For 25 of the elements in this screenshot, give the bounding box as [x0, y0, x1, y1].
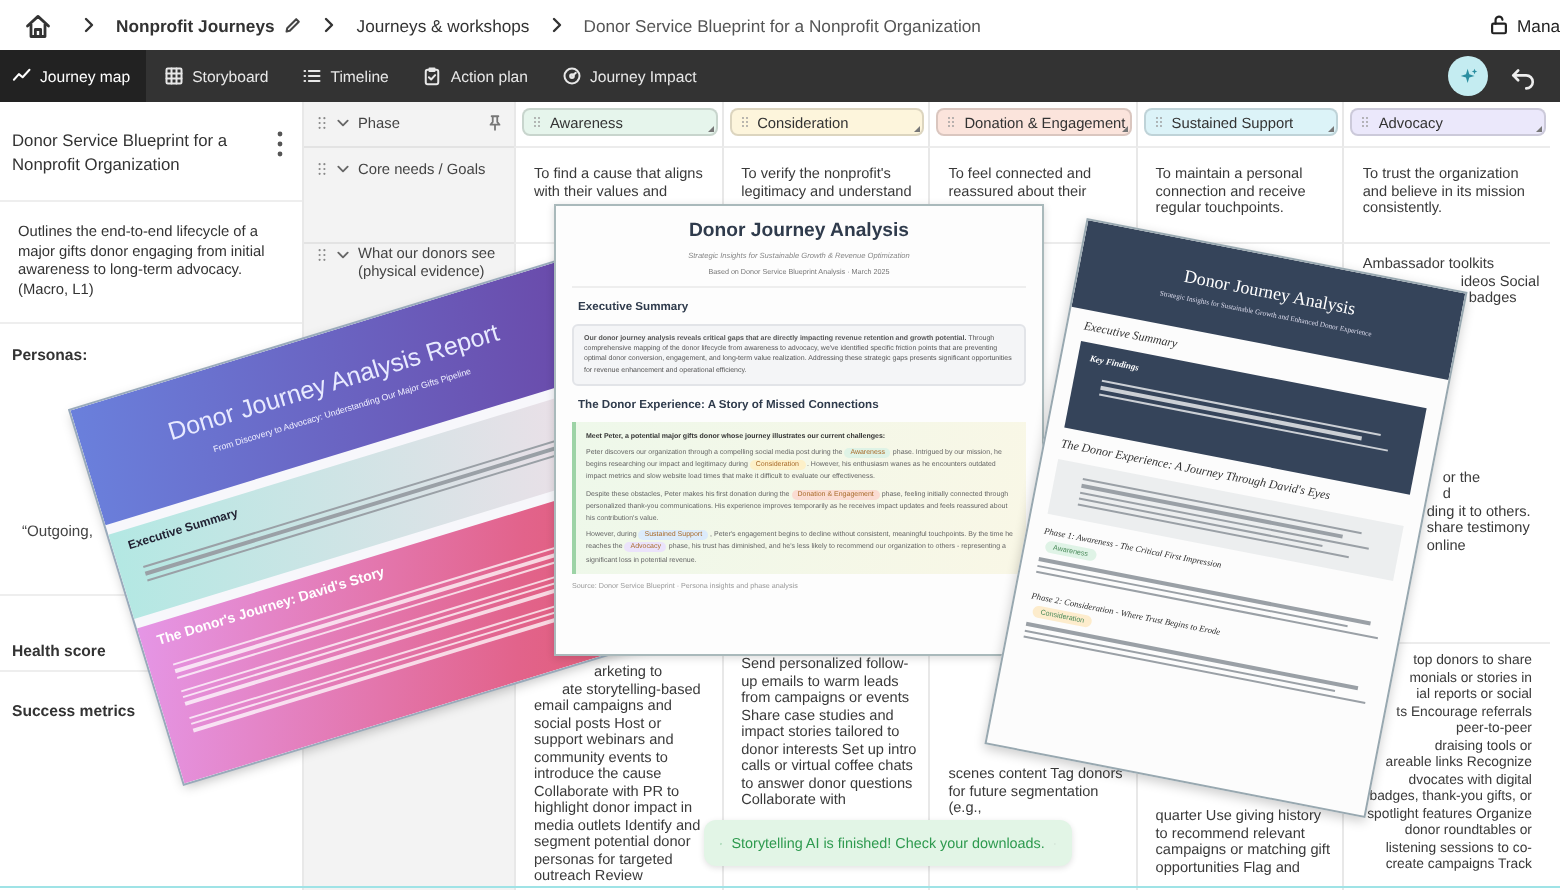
clipboard-icon: [422, 66, 443, 86]
grid-icon: [164, 66, 185, 86]
chevron-down-icon[interactable]: [336, 248, 350, 262]
breadcrumb-link[interactable]: Donor Service Blueprint for a Nonprofit Organization: [583, 15, 981, 35]
pin-icon[interactable]: [486, 114, 504, 132]
trend-line-icon: [12, 66, 32, 86]
more-options-icon[interactable]: [274, 130, 286, 158]
breadcrumb-link[interactable]: Nonprofit Journeys: [116, 15, 275, 35]
report-title: Donor Journey Analysis: [687, 220, 911, 242]
chevron-icon: [547, 16, 566, 34]
sparkle-icon: [1457, 65, 1479, 87]
list-icon: [302, 66, 323, 86]
lock-icon[interactable]: [1487, 14, 1509, 36]
chevron-icon: [80, 16, 98, 34]
chevron-down-icon[interactable]: [336, 116, 350, 130]
ai-assistant-button[interactable]: [1448, 56, 1488, 96]
chevron-icon: [320, 16, 339, 34]
undo-icon[interactable]: [1510, 63, 1536, 89]
gauge-icon: [561, 66, 582, 86]
journey-title: Donor Service Blueprint for a Nonprofit Organization: [12, 128, 230, 176]
breadcrumb-link[interactable]: Journeys & workshops: [356, 15, 530, 35]
pencil-icon[interactable]: [284, 16, 303, 34]
account-menu[interactable]: Mana: [1517, 15, 1560, 35]
home-icon[interactable]: [24, 11, 52, 39]
chevron-down-icon[interactable]: [336, 162, 350, 176]
